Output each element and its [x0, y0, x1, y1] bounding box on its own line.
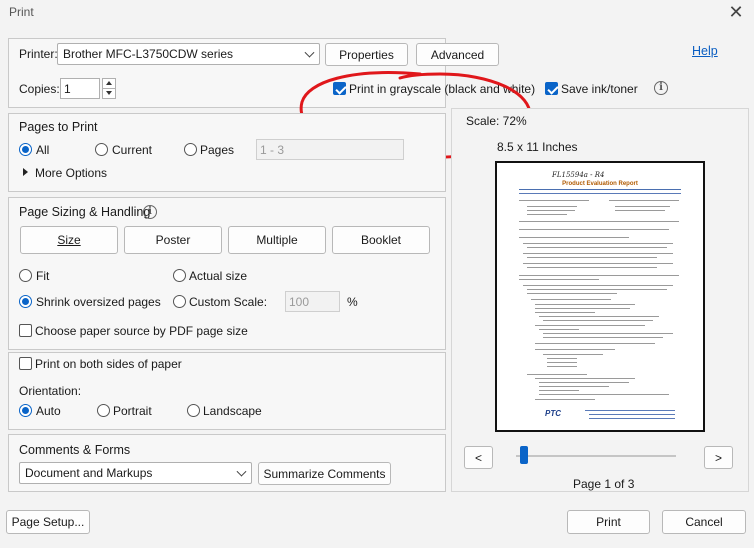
orientation-label: Orientation:: [19, 384, 82, 398]
fit-radio[interactable]: [19, 269, 32, 282]
custom-scale-label[interactable]: Custom Scale:: [189, 295, 267, 309]
printer-select-value: Brother MFC-L3750CDW series: [63, 47, 234, 61]
multiple-tab[interactable]: Multiple: [228, 226, 326, 254]
info-icon[interactable]: i: [654, 81, 668, 95]
pages-range-placeholder: 1 - 3: [260, 142, 285, 157]
scale-label: Scale: 72%: [466, 114, 527, 128]
size-tab[interactable]: Size: [20, 226, 118, 254]
stepper-up-icon[interactable]: [106, 81, 112, 85]
prev-page-button[interactable]: <: [464, 446, 493, 469]
comments-select-value: Document and Markups: [25, 466, 153, 480]
printer-select[interactable]: Brother MFC-L3750CDW series: [57, 43, 320, 65]
orientation-portrait-label[interactable]: Portrait: [113, 404, 152, 418]
page-indicator: Page 1 of 3: [573, 477, 635, 491]
copies-value: 1: [64, 81, 71, 96]
doc-logo: PTC: [545, 409, 561, 418]
custom-scale-value: 100: [289, 294, 310, 309]
stepper-down-icon[interactable]: [106, 91, 112, 95]
chevron-down-icon: [304, 47, 315, 58]
save-ink-label[interactable]: Save ink/toner: [561, 82, 638, 96]
cancel-button[interactable]: Cancel: [662, 510, 746, 534]
actual-size-radio[interactable]: [173, 269, 186, 282]
copies-label: Copies:: [19, 82, 60, 96]
fit-label[interactable]: Fit: [36, 269, 49, 283]
orientation-auto-label[interactable]: Auto: [36, 404, 61, 418]
help-link[interactable]: Help: [692, 44, 718, 58]
shrink-label[interactable]: Shrink oversized pages: [36, 295, 161, 309]
orientation-landscape-label[interactable]: Landscape: [203, 404, 262, 418]
pages-current-label[interactable]: Current: [112, 143, 152, 157]
shrink-radio[interactable]: [19, 295, 32, 308]
paper-size-label: 8.5 x 11 Inches: [497, 140, 578, 154]
orientation-auto-radio[interactable]: [19, 404, 32, 417]
paper-source-label[interactable]: Choose paper source by PDF page size: [35, 324, 248, 338]
more-options-toggle[interactable]: More Options: [35, 166, 107, 180]
page-slider-thumb[interactable]: [520, 446, 528, 464]
page-setup-button[interactable]: Page Setup...: [6, 510, 90, 534]
pages-current-radio[interactable]: [95, 143, 108, 156]
page-slider-track[interactable]: [516, 455, 676, 457]
percent-label: %: [347, 295, 358, 309]
pages-range-input[interactable]: 1 - 3: [256, 139, 404, 160]
print-button[interactable]: Print: [567, 510, 650, 534]
both-sides-checkbox[interactable]: [19, 357, 32, 370]
poster-tab[interactable]: Poster: [124, 226, 222, 254]
triangle-right-icon[interactable]: [23, 168, 28, 176]
pages-all-radio[interactable]: [19, 143, 32, 156]
summarize-comments-button[interactable]: Summarize Comments: [258, 462, 391, 485]
page-sizing-title: Page Sizing & Handling: [19, 205, 151, 219]
copies-stepper[interactable]: [102, 78, 116, 99]
chevron-down-icon: [236, 466, 247, 477]
paper-source-checkbox[interactable]: [19, 324, 32, 337]
booklet-tab[interactable]: Booklet: [332, 226, 430, 254]
orientation-portrait-radio[interactable]: [97, 404, 110, 417]
custom-scale-radio[interactable]: [173, 295, 186, 308]
comments-title: Comments & Forms: [19, 443, 131, 457]
sizing-info-icon[interactable]: i: [143, 205, 157, 219]
doc-title: Product Evaluation Report: [562, 181, 638, 187]
pages-all-label[interactable]: All: [36, 143, 49, 157]
printer-label: Printer:: [19, 47, 58, 61]
orientation-landscape-radio[interactable]: [187, 404, 200, 417]
window-title: Print: [9, 5, 34, 19]
next-page-button[interactable]: >: [704, 446, 733, 469]
pages-range-label[interactable]: Pages: [200, 143, 234, 157]
custom-scale-input[interactable]: 100: [285, 291, 340, 312]
copies-input[interactable]: 1: [60, 78, 100, 99]
both-sides-label[interactable]: Print on both sides of paper: [35, 357, 182, 371]
page-preview: FL15594a - R4 Product Evaluation Report …: [495, 161, 705, 432]
doc-handwriting: FL15594a - R4: [552, 171, 605, 179]
comments-select[interactable]: Document and Markups: [19, 462, 252, 484]
pages-range-radio[interactable]: [184, 143, 197, 156]
actual-size-label[interactable]: Actual size: [189, 269, 247, 283]
close-icon[interactable]: ✕: [726, 2, 746, 22]
pages-to-print-title: Pages to Print: [19, 120, 98, 134]
